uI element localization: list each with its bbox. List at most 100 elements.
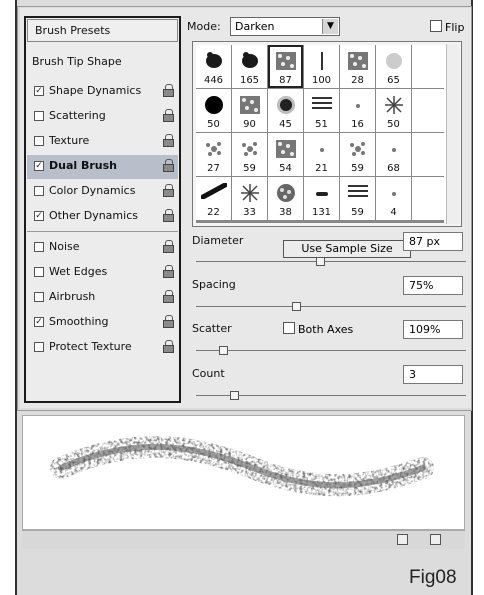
option-row-airbrush[interactable]: Airbrush [27,286,178,310]
brush-tip[interactable]: 45 [268,89,303,132]
lock-icon[interactable] [163,134,174,147]
lock-icon[interactable] [163,184,174,197]
brush-tip[interactable]: 65 [376,45,411,88]
brush-tip[interactable]: 33 [232,177,267,220]
new-brush-icon[interactable] [397,534,408,545]
brush-tip-size: 65 [387,75,400,86]
brush-tip[interactable]: 59 [340,177,375,220]
option-label: Other Dynamics [49,209,138,222]
mode-select[interactable]: Darken ▼ [230,17,340,36]
spacing-field[interactable]: 75% [403,276,463,295]
lock-icon[interactable] [163,265,174,278]
brush-tip[interactable]: 27 [196,133,231,176]
option-row-protect-texture[interactable]: Protect Texture [27,336,178,360]
diameter-slider-thumb[interactable] [316,257,326,266]
option-row-shape-dynamics[interactable]: ✓ Shape Dynamics [27,80,178,104]
flip-checkbox[interactable]: Flip [430,20,464,34]
spacing-slider-track[interactable] [196,306,466,307]
brush-tip-size: 59 [351,163,364,174]
diameter-slider-track[interactable] [196,261,466,262]
brush-presets-button[interactable]: Brush Presets [27,19,178,42]
brush-tip[interactable]: 165 [232,45,267,88]
option-row-wet-edges[interactable]: Wet Edges [27,261,178,285]
option-row-color-dynamics[interactable]: Color Dynamics [27,180,178,204]
chevron-down-icon[interactable]: ▼ [322,19,338,34]
checkbox[interactable] [34,186,44,196]
brush-tip-empty [412,177,447,220]
grid-scrollbar[interactable] [446,44,459,224]
option-row-scattering[interactable]: Scattering [27,105,178,129]
round-texture-icon [276,183,296,207]
splat-icon [348,139,368,163]
scatter-slider-track[interactable] [196,350,466,351]
brush-tip[interactable]: 38 [268,177,303,220]
figure-caption: Fig08 [409,567,457,588]
option-row-smoothing[interactable]: ✓ Smoothing [27,311,178,335]
spacing-label: Spacing [192,278,236,291]
lock-icon[interactable] [163,109,174,122]
brush-tip[interactable]: 100 [304,45,339,88]
option-row-noise[interactable]: Noise [27,236,178,260]
brush-tip[interactable]: 54 [268,133,303,176]
brush-tip[interactable]: 68 [376,133,411,176]
lock-icon[interactable] [163,159,174,172]
spacing-slider-thumb[interactable] [291,302,301,311]
brush-tip-size: 90 [243,119,256,130]
brush-tip[interactable]: 446 [196,45,231,88]
soft-icon [384,51,404,75]
checkbox[interactable] [34,136,44,146]
option-label: Wet Edges [49,265,108,278]
brush-tip[interactable]: 131 [304,177,339,220]
brush-tip[interactable]: 22 [196,177,231,220]
option-row-dual-brush[interactable]: ✓ Dual Brush [27,155,178,179]
checkbox[interactable] [34,111,44,121]
lock-icon[interactable] [163,340,174,353]
brush-tip[interactable]: 28 [340,45,375,88]
checkbox[interactable]: ✓ [34,161,44,171]
scatter-field[interactable]: 109% [403,320,463,339]
divider [27,231,178,232]
option-label: Color Dynamics [49,184,136,197]
checkbox[interactable] [34,342,44,352]
brush-tip-size: 38 [279,207,292,218]
lock-icon[interactable] [163,84,174,97]
brush-tip[interactable]: 51 [304,89,339,132]
brush-tip[interactable]: 21 [304,133,339,176]
checkbox[interactable]: ✓ [34,317,44,327]
scatter-slider-thumb[interactable] [219,346,228,355]
brush-tip[interactable]: 87 [268,45,303,88]
lock-icon[interactable] [163,240,174,253]
brush-tip-size: 4 [390,207,397,218]
use-sample-size-button[interactable]: Use Sample Size [283,240,411,258]
brush-tip-size: 45 [279,119,292,130]
count-field[interactable]: 3 [403,365,463,384]
checkbox[interactable] [34,242,44,252]
diameter-field[interactable]: 87 px [403,232,463,251]
brush-tip[interactable]: 90 [232,89,267,132]
both-axes-checkbox[interactable]: Both Axes [283,322,353,336]
brush-tip[interactable]: 50 [196,89,231,132]
option-row-texture[interactable]: Texture [27,130,178,154]
trash-icon[interactable] [430,534,441,545]
count-slider-thumb[interactable] [229,391,239,400]
lock-icon[interactable] [163,315,174,328]
brush-tip[interactable]: 16 [340,89,375,132]
checkbox-box[interactable] [283,322,295,334]
brush-tip[interactable]: 4 [376,177,411,220]
option-row-other-dynamics[interactable]: ✓ Other Dynamics [27,205,178,229]
brush-tip-shape-item[interactable]: Brush Tip Shape [32,55,122,68]
star-icon [240,183,260,207]
texture-icon [239,95,261,119]
checkbox[interactable] [34,267,44,277]
checkbox[interactable]: ✓ [34,211,44,221]
checkbox[interactable]: ✓ [34,86,44,96]
both-axes-label: Both Axes [298,323,354,336]
lock-icon[interactable] [163,209,174,222]
brush-tip[interactable]: 59 [232,133,267,176]
checkbox[interactable] [34,292,44,302]
brush-tip[interactable]: 59 [340,133,375,176]
brush-tip[interactable]: 50 [376,89,411,132]
lock-icon[interactable] [163,290,174,303]
brush-settings-area: Brush Presets Brush Tip Shape ✓ Shape Dyn… [20,8,471,408]
checkbox-box[interactable] [430,20,442,32]
